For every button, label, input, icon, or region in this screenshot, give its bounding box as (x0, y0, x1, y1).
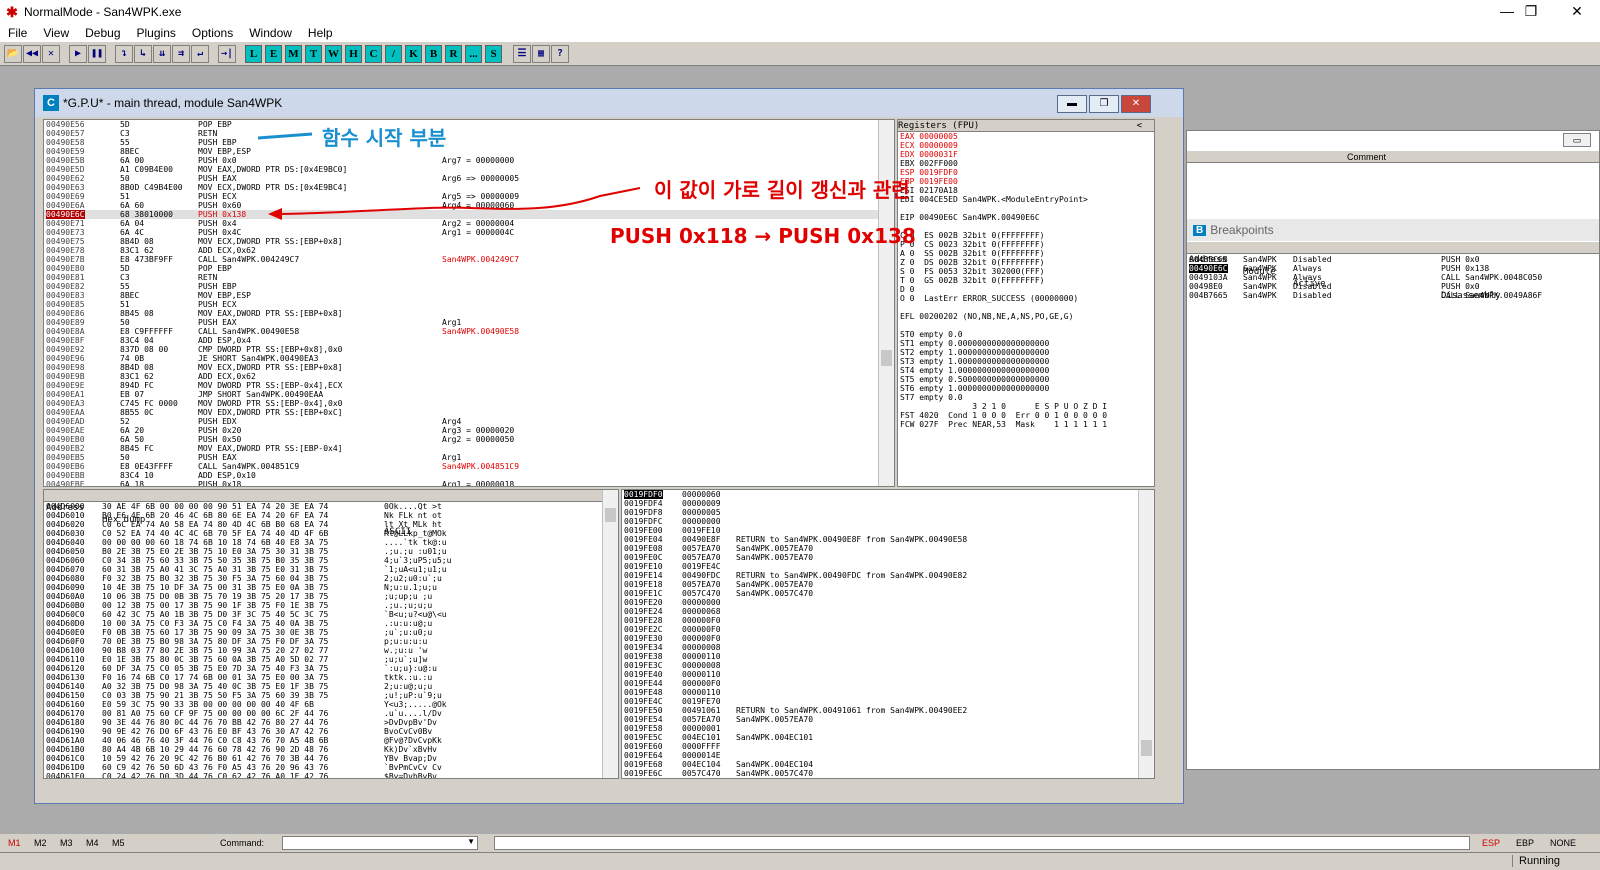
tab-m5[interactable]: M5 (112, 838, 220, 848)
command-input[interactable]: ▼ (282, 836, 478, 850)
value-note-arrowhead (268, 208, 282, 220)
ebp-toggle[interactable]: EBP (1516, 838, 1550, 848)
annotation-overlay (257, 132, 641, 220)
command-bar: M1 M2 M3 M4 M5 Command: ▼ ESP EBP NONE (0, 834, 1600, 852)
annotation-func-start: 함수 시작 부분 (322, 126, 447, 150)
annotation-push-change: PUSH 0x118 → PUSH 0x138 (610, 224, 916, 248)
esp-toggle[interactable]: ESP (1482, 838, 1516, 848)
chevron-down-icon[interactable]: ▼ (467, 837, 475, 846)
status-bar: Running (0, 852, 1600, 870)
command-output (494, 836, 1470, 850)
tab-m1[interactable]: M1 (8, 838, 34, 848)
tab-m3[interactable]: M3 (60, 838, 86, 848)
status-text: Running (1512, 855, 1560, 867)
annotation-value-note: 이 값이 가로 길이 갱신과 관련 (654, 178, 910, 202)
value-note-arrow (275, 187, 641, 215)
tab-m4[interactable]: M4 (86, 838, 112, 848)
func-start-arrow (257, 132, 313, 140)
none-toggle[interactable]: NONE (1550, 838, 1584, 848)
command-label: Command: (220, 838, 265, 848)
tab-m2[interactable]: M2 (34, 838, 60, 848)
